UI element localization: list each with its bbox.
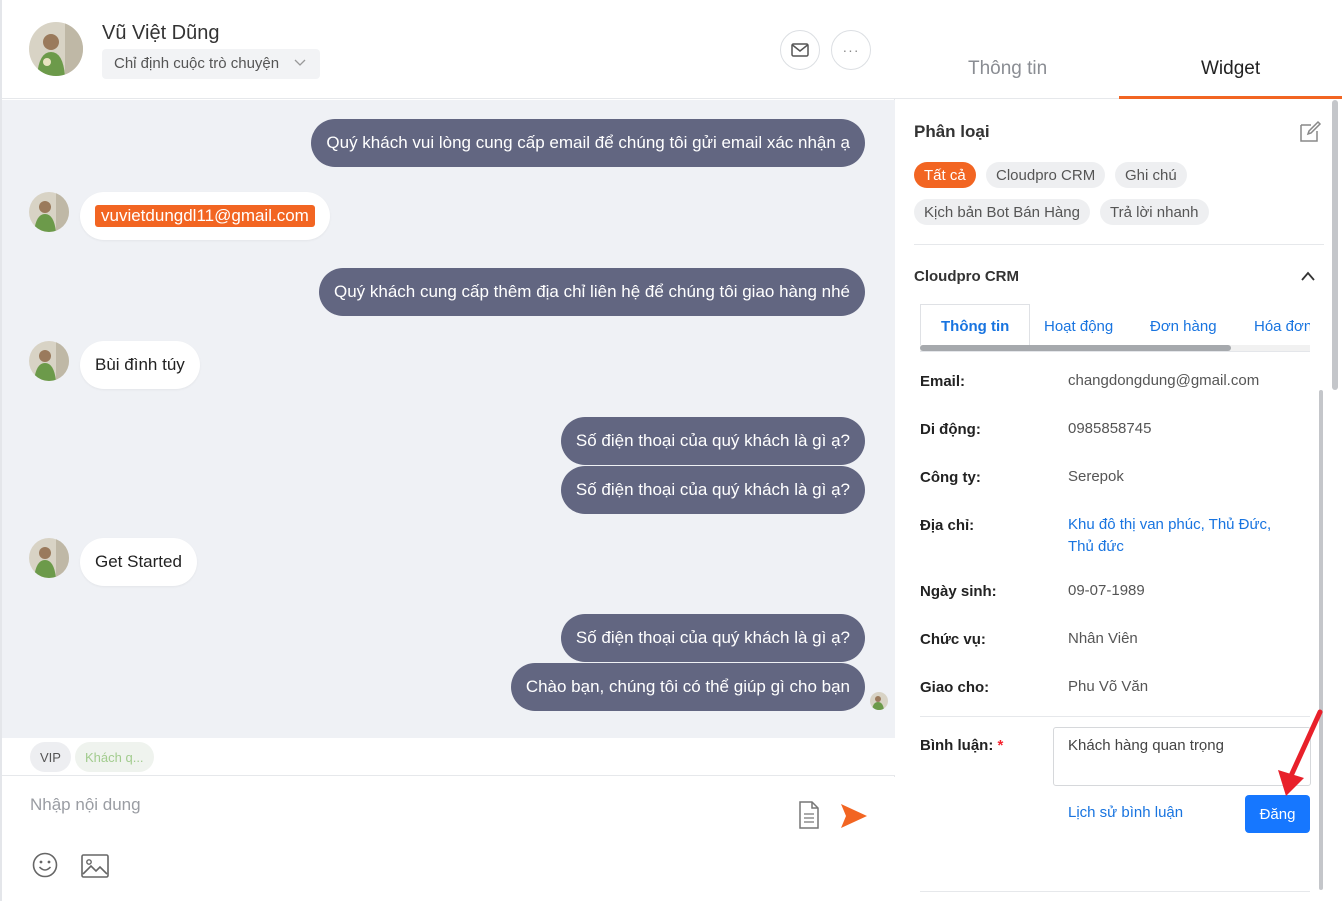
chat-header: Vũ Việt Dũng Chỉ định cuộc trò chuyện ··… bbox=[2, 0, 895, 99]
comment-label: Bình luận: * bbox=[920, 737, 1003, 754]
message-incoming: Get Started bbox=[80, 538, 197, 586]
message-list[interactable]: Quý khách vui lòng cung cấp email để chú… bbox=[2, 100, 895, 738]
email-highlight[interactable]: vuvietdungdl11@gmail.com bbox=[95, 205, 315, 227]
message-outgoing: Số điện thoại của quý khách là gì ạ? bbox=[560, 466, 865, 514]
sender-avatar bbox=[29, 538, 69, 578]
mail-button[interactable] bbox=[780, 30, 820, 70]
conversation-tags: VIP Khách q... bbox=[2, 738, 895, 776]
crm-tab-info[interactable]: Thông tin bbox=[920, 304, 1031, 348]
message-outgoing: Số điện thoại của quý khách là gì ạ? bbox=[560, 614, 865, 662]
assign-conversation-select[interactable]: Chỉ định cuộc trò chuyện bbox=[102, 49, 320, 79]
field-value-assignee: Phu Võ Văn bbox=[1068, 678, 1149, 695]
contact-avatar[interactable] bbox=[29, 22, 83, 76]
bottom-divider bbox=[920, 891, 1310, 892]
comment-label-text: Bình luận: bbox=[920, 737, 994, 754]
agent-avatar bbox=[870, 692, 888, 710]
section-divider bbox=[914, 244, 1324, 245]
emoji-icon[interactable] bbox=[32, 852, 58, 878]
chevron-up-icon[interactable] bbox=[1300, 270, 1316, 282]
chip-bot-script[interactable]: Kịch bản Bot Bán Hàng bbox=[914, 199, 1090, 225]
post-comment-button[interactable]: Đăng bbox=[1245, 795, 1310, 833]
chip-notes[interactable]: Ghi chú bbox=[1115, 162, 1187, 188]
edit-icon[interactable] bbox=[1298, 120, 1322, 144]
panel-scrollbar[interactable] bbox=[1332, 100, 1338, 390]
crm-tab-activity[interactable]: Hoạt động bbox=[1024, 304, 1133, 348]
tab-widget[interactable]: Widget bbox=[1201, 58, 1260, 80]
sender-avatar bbox=[29, 341, 69, 381]
more-options-button[interactable]: ··· bbox=[831, 30, 871, 70]
panel-tabs: Thông tin Widget bbox=[895, 0, 1342, 99]
content-scrollbar[interactable] bbox=[1319, 390, 1323, 890]
comment-history-link[interactable]: Lịch sử bình luận bbox=[1068, 804, 1183, 821]
crm-title: Cloudpro CRM bbox=[914, 268, 1019, 285]
send-icon[interactable] bbox=[840, 803, 868, 829]
field-value-birthday: 09-07-1989 bbox=[1068, 582, 1145, 599]
image-icon[interactable] bbox=[81, 854, 109, 878]
field-label-birthday: Ngày sinh: bbox=[920, 583, 997, 600]
message-outgoing: Quý khách cung cấp thêm địa chỉ liên hệ … bbox=[318, 268, 865, 316]
composer bbox=[2, 777, 895, 901]
message-incoming: vuvietdungdl11@gmail.com bbox=[80, 192, 330, 240]
chat-panel: Vũ Việt Dũng Chỉ định cuộc trò chuyện ··… bbox=[0, 0, 895, 901]
tag-khach[interactable]: Khách q... bbox=[75, 742, 154, 772]
tag-vip[interactable]: VIP bbox=[30, 742, 71, 772]
more-icon: ··· bbox=[842, 42, 860, 58]
message-input[interactable] bbox=[30, 795, 730, 815]
tab-info[interactable]: Thông tin bbox=[968, 58, 1047, 80]
active-tab-indicator bbox=[1119, 96, 1342, 99]
field-label-assignee: Giao cho: bbox=[920, 679, 990, 696]
field-label-company: Công ty: bbox=[920, 469, 981, 486]
message-incoming: Bùi đình túy bbox=[80, 341, 200, 389]
field-label-address: Địa chỉ: bbox=[920, 517, 975, 534]
crm-tabs-scrollbar[interactable] bbox=[920, 345, 1231, 351]
field-label-email: Email: bbox=[920, 373, 966, 390]
mail-icon bbox=[791, 43, 809, 57]
field-value-email: changdongdung@gmail.com bbox=[1068, 372, 1260, 389]
sender-avatar bbox=[29, 192, 69, 232]
field-value-company: Serepok bbox=[1068, 468, 1124, 485]
classification-title: Phân loại bbox=[914, 122, 990, 141]
message-outgoing: Chào bạn, chúng tôi có thể giúp gì cho b… bbox=[510, 663, 865, 711]
chip-quick-reply[interactable]: Trả lời nhanh bbox=[1100, 199, 1209, 225]
chip-cloudpro-crm[interactable]: Cloudpro CRM bbox=[986, 162, 1106, 188]
required-mark: * bbox=[997, 737, 1004, 754]
chevron-down-icon bbox=[294, 59, 306, 66]
annotation-arrow-icon bbox=[1278, 709, 1323, 796]
crm-tab-invoices[interactable]: Hóa đơn bbox=[1234, 304, 1310, 348]
chip-all[interactable]: Tất cả bbox=[914, 162, 976, 188]
message-outgoing: Số điện thoại của quý khách là gì ạ? bbox=[560, 417, 865, 465]
contact-name: Vũ Việt Dũng bbox=[102, 22, 220, 44]
field-value-address[interactable]: Khu đô thị van phúc, Thủ Đức, Thủ đức bbox=[1068, 514, 1298, 558]
field-value-mobile: 0985858745 bbox=[1068, 420, 1152, 437]
field-label-position: Chức vụ: bbox=[920, 631, 986, 648]
field-label-mobile: Di động: bbox=[920, 421, 981, 438]
document-icon[interactable] bbox=[798, 801, 820, 829]
assign-select-label: Chỉ định cuộc trò chuyện bbox=[114, 55, 280, 72]
crm-tab-orders[interactable]: Đơn hàng bbox=[1130, 304, 1237, 348]
comment-divider bbox=[920, 716, 1310, 717]
message-outgoing: Quý khách vui lòng cung cấp email để chú… bbox=[311, 119, 865, 167]
field-value-position: Nhân Viên bbox=[1068, 630, 1138, 647]
